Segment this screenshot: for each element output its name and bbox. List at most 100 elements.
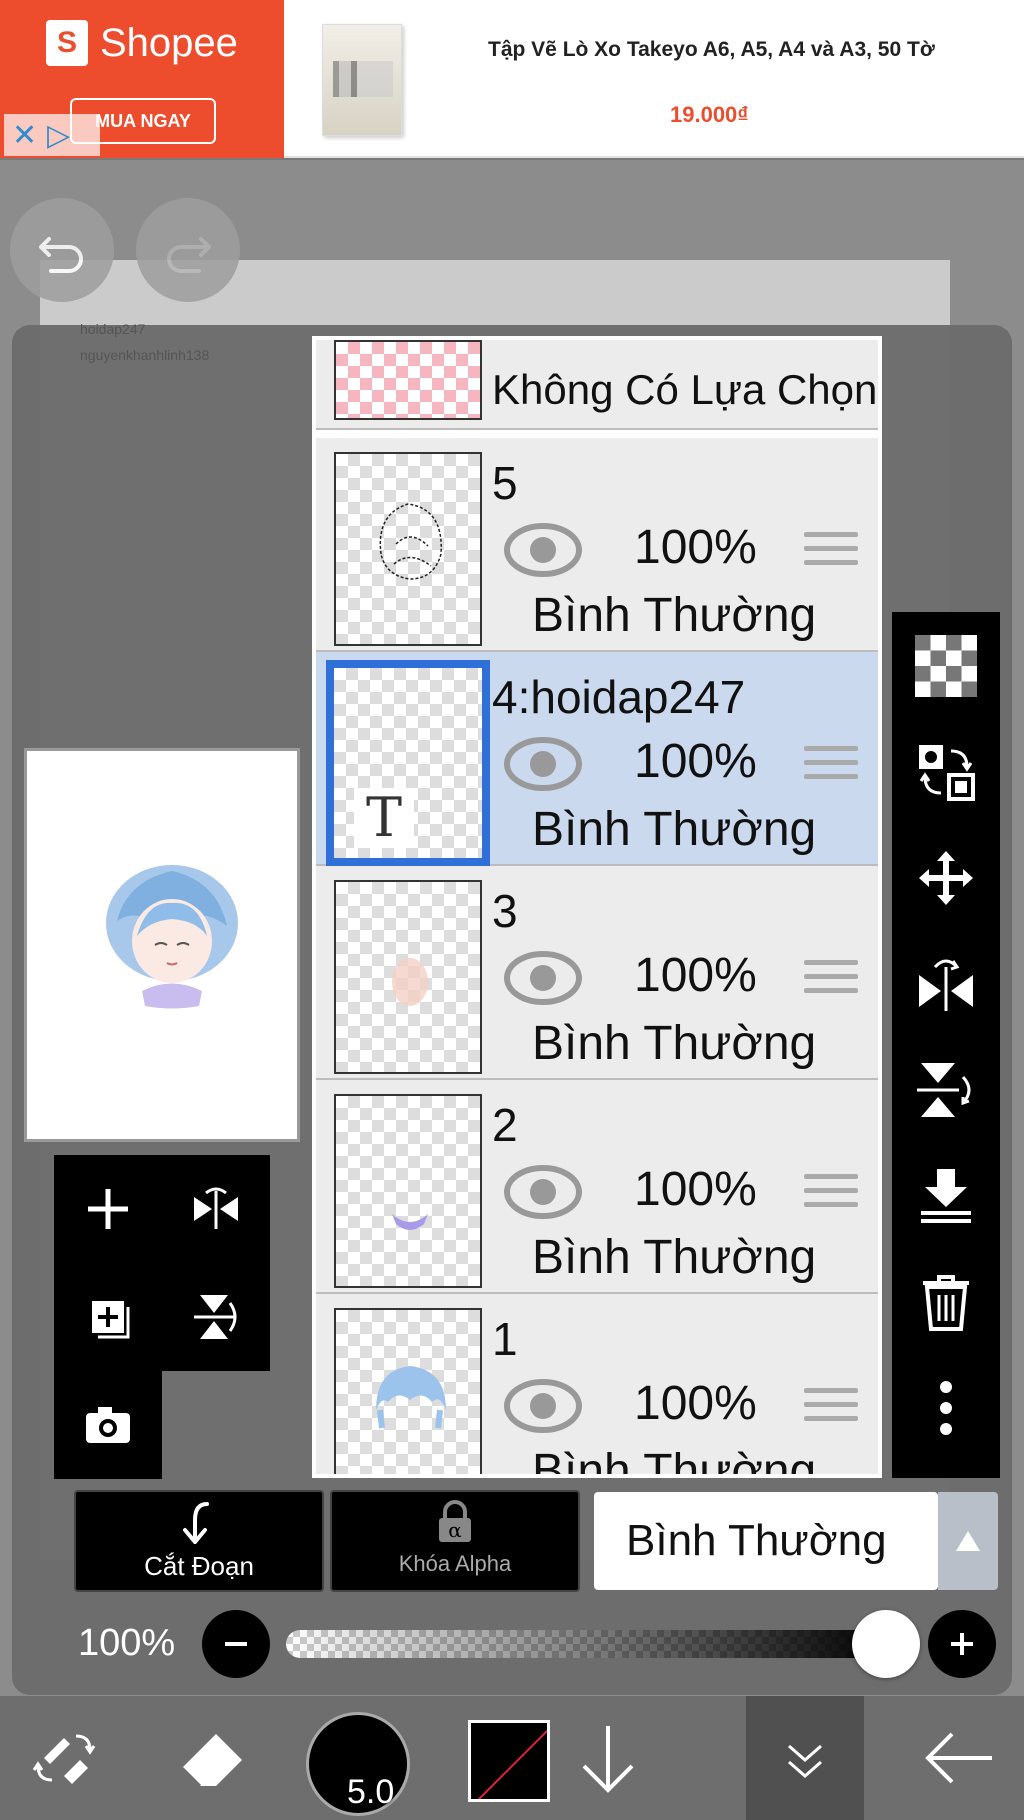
merge-down-icon bbox=[921, 1169, 971, 1223]
back-button[interactable] bbox=[896, 1696, 1024, 1820]
drag-handle-icon[interactable] bbox=[804, 532, 858, 572]
layer-name: 5 bbox=[492, 457, 518, 509]
clipping-label: Cắt Đoạn bbox=[144, 1551, 254, 1581]
watermark-text: hoidap247 bbox=[80, 321, 146, 337]
sketch-thumbnail-art bbox=[379, 503, 442, 580]
layer-blend-mode: Bình Thường bbox=[532, 1231, 817, 1284]
ad-close-controls[interactable]: ✕ ▷ bbox=[4, 114, 100, 156]
transparent-fill-button[interactable] bbox=[892, 612, 1000, 720]
layer-opacity: 100% bbox=[634, 1163, 757, 1216]
visibility-eye-icon[interactable] bbox=[504, 522, 582, 578]
opacity-increase-button[interactable] bbox=[928, 1610, 996, 1678]
product-thumbnail[interactable] bbox=[322, 24, 402, 136]
rotate-layer-icon bbox=[194, 1295, 237, 1339]
visibility-eye-icon[interactable] bbox=[504, 1378, 582, 1434]
layer-thumbnail bbox=[334, 452, 482, 646]
product-price[interactable]: 19.000₫ bbox=[670, 102, 749, 128]
layer-opacity: 100% bbox=[634, 735, 757, 788]
add-layer-button[interactable] bbox=[54, 1155, 162, 1263]
clipping-button[interactable]: Cắt Đoạn bbox=[74, 1490, 324, 1592]
move-layer-down-button[interactable] bbox=[544, 1696, 672, 1820]
brush-size-button[interactable]: 5.0 bbox=[306, 1712, 410, 1816]
product-title[interactable]: Tập Vẽ Lò Xo Takeyo A6, A5, A4 và A3, 50… bbox=[488, 38, 935, 62]
layer-blend-mode: Bình Thường bbox=[532, 803, 817, 856]
add-layer-icon bbox=[88, 1189, 128, 1229]
layer-list[interactable]: Không Có Lựa Chọn 5 100% Bình Thường T 4… bbox=[312, 336, 882, 1478]
shopee-logo: Shopee bbox=[46, 20, 238, 66]
merge-down-button[interactable] bbox=[892, 1142, 1000, 1250]
canvas-preview[interactable] bbox=[24, 748, 300, 1142]
camera-button[interactable] bbox=[54, 1371, 162, 1479]
move-icon bbox=[919, 851, 973, 905]
redo-icon bbox=[167, 237, 211, 273]
transform-icon bbox=[32, 1734, 96, 1784]
layer-name: 2 bbox=[492, 1099, 518, 1151]
layer-opacity: 100% bbox=[634, 521, 757, 574]
flip-vertical-button[interactable] bbox=[892, 1036, 1000, 1144]
hair-thumbnail-art bbox=[376, 1366, 446, 1429]
undo-icon bbox=[39, 237, 83, 273]
flip-layer-button[interactable] bbox=[162, 1155, 270, 1263]
layer-row-1[interactable]: 1 100% Bình Thường bbox=[316, 1294, 878, 1474]
checker-icon bbox=[915, 635, 977, 697]
visibility-eye-icon[interactable] bbox=[504, 736, 582, 792]
opacity-slider-knob[interactable] bbox=[852, 1610, 920, 1678]
drag-handle-icon[interactable] bbox=[804, 1174, 858, 1214]
minus-icon bbox=[225, 1642, 247, 1646]
brush-size-value: 5.0 bbox=[347, 1773, 395, 1811]
visibility-eye-icon[interactable] bbox=[504, 950, 582, 1006]
transfer-button[interactable] bbox=[892, 718, 1000, 826]
layer-opacity: 100% bbox=[634, 1377, 757, 1430]
collapse-icon bbox=[788, 1744, 822, 1778]
svg-text:α: α bbox=[448, 1518, 462, 1542]
visibility-eye-icon[interactable] bbox=[504, 1164, 582, 1220]
add-copy-layer-button[interactable] bbox=[54, 1263, 162, 1371]
opacity-slider-track[interactable] bbox=[286, 1630, 888, 1658]
layer-name: 4:hoidap247 bbox=[492, 671, 746, 723]
flip-layer-icon bbox=[194, 1187, 238, 1229]
back-arrow-icon bbox=[925, 1732, 992, 1784]
undo-button[interactable] bbox=[10, 198, 114, 302]
flip-horizontal-icon bbox=[919, 959, 973, 1011]
selection-layer-row[interactable]: Không Có Lựa Chọn bbox=[316, 340, 878, 430]
blend-mode-select[interactable]: Bình Thường bbox=[594, 1492, 938, 1590]
watermark-text: nguyenkhanhlinh138 bbox=[80, 347, 210, 363]
rotate-layer-button[interactable] bbox=[162, 1263, 270, 1371]
adchoices-icon[interactable]: ▷ bbox=[47, 118, 70, 153]
redo-button[interactable] bbox=[136, 198, 240, 302]
shopee-bag-icon bbox=[46, 20, 88, 66]
layer-name: 3 bbox=[492, 885, 518, 937]
layer-thumbnail bbox=[334, 1308, 482, 1474]
camera-icon bbox=[86, 1407, 130, 1443]
add-copy-icon bbox=[92, 1301, 130, 1339]
layer-row-2[interactable]: 2 100% Bình Thường bbox=[316, 1080, 878, 1294]
layer-actions-toolbar bbox=[892, 612, 1000, 1478]
ad-banner[interactable]: Shopee MUA NGAY ✕ ▷ Tập Vẽ Lò Xo Takeyo … bbox=[0, 0, 1024, 158]
delete-layer-button[interactable] bbox=[892, 1248, 1000, 1356]
close-icon[interactable]: ✕ bbox=[12, 118, 37, 153]
more-options-button[interactable] bbox=[892, 1354, 1000, 1462]
drag-handle-icon[interactable] bbox=[804, 1388, 858, 1428]
selection-layer-thumbnail bbox=[334, 340, 482, 420]
triangle-up-icon bbox=[956, 1531, 980, 1551]
layers-panel-toggle[interactable] bbox=[746, 1696, 864, 1820]
color-picker-button[interactable] bbox=[468, 1720, 550, 1802]
transform-tool-button[interactable] bbox=[0, 1696, 128, 1820]
opacity-decrease-button[interactable] bbox=[202, 1610, 270, 1678]
drag-handle-icon[interactable] bbox=[804, 960, 858, 1000]
blend-mode-dropdown-button[interactable] bbox=[938, 1492, 998, 1590]
layer-row-4[interactable]: T 4:hoidap247 100% Bình Thường bbox=[316, 652, 878, 866]
opacity-value: 100% bbox=[78, 1622, 176, 1664]
layer-row-3[interactable]: 3 100% Bình Thường bbox=[316, 866, 878, 1080]
layer-blend-mode: Bình Thường bbox=[532, 589, 817, 642]
trash-icon bbox=[923, 1275, 969, 1331]
more-icon bbox=[940, 1381, 952, 1435]
flip-horizontal-button[interactable] bbox=[892, 930, 1000, 1038]
shopee-brand-text: Shopee bbox=[100, 20, 238, 65]
layer-row-5[interactable]: 5 100% Bình Thường bbox=[316, 438, 878, 652]
eraser-tool-button[interactable] bbox=[148, 1696, 276, 1820]
move-layer-button[interactable] bbox=[892, 824, 1000, 932]
alpha-lock-button[interactable]: α Khóa Alpha bbox=[330, 1490, 580, 1592]
drag-handle-icon[interactable] bbox=[804, 746, 858, 786]
alpha-lock-label: Khóa Alpha bbox=[398, 1551, 512, 1576]
